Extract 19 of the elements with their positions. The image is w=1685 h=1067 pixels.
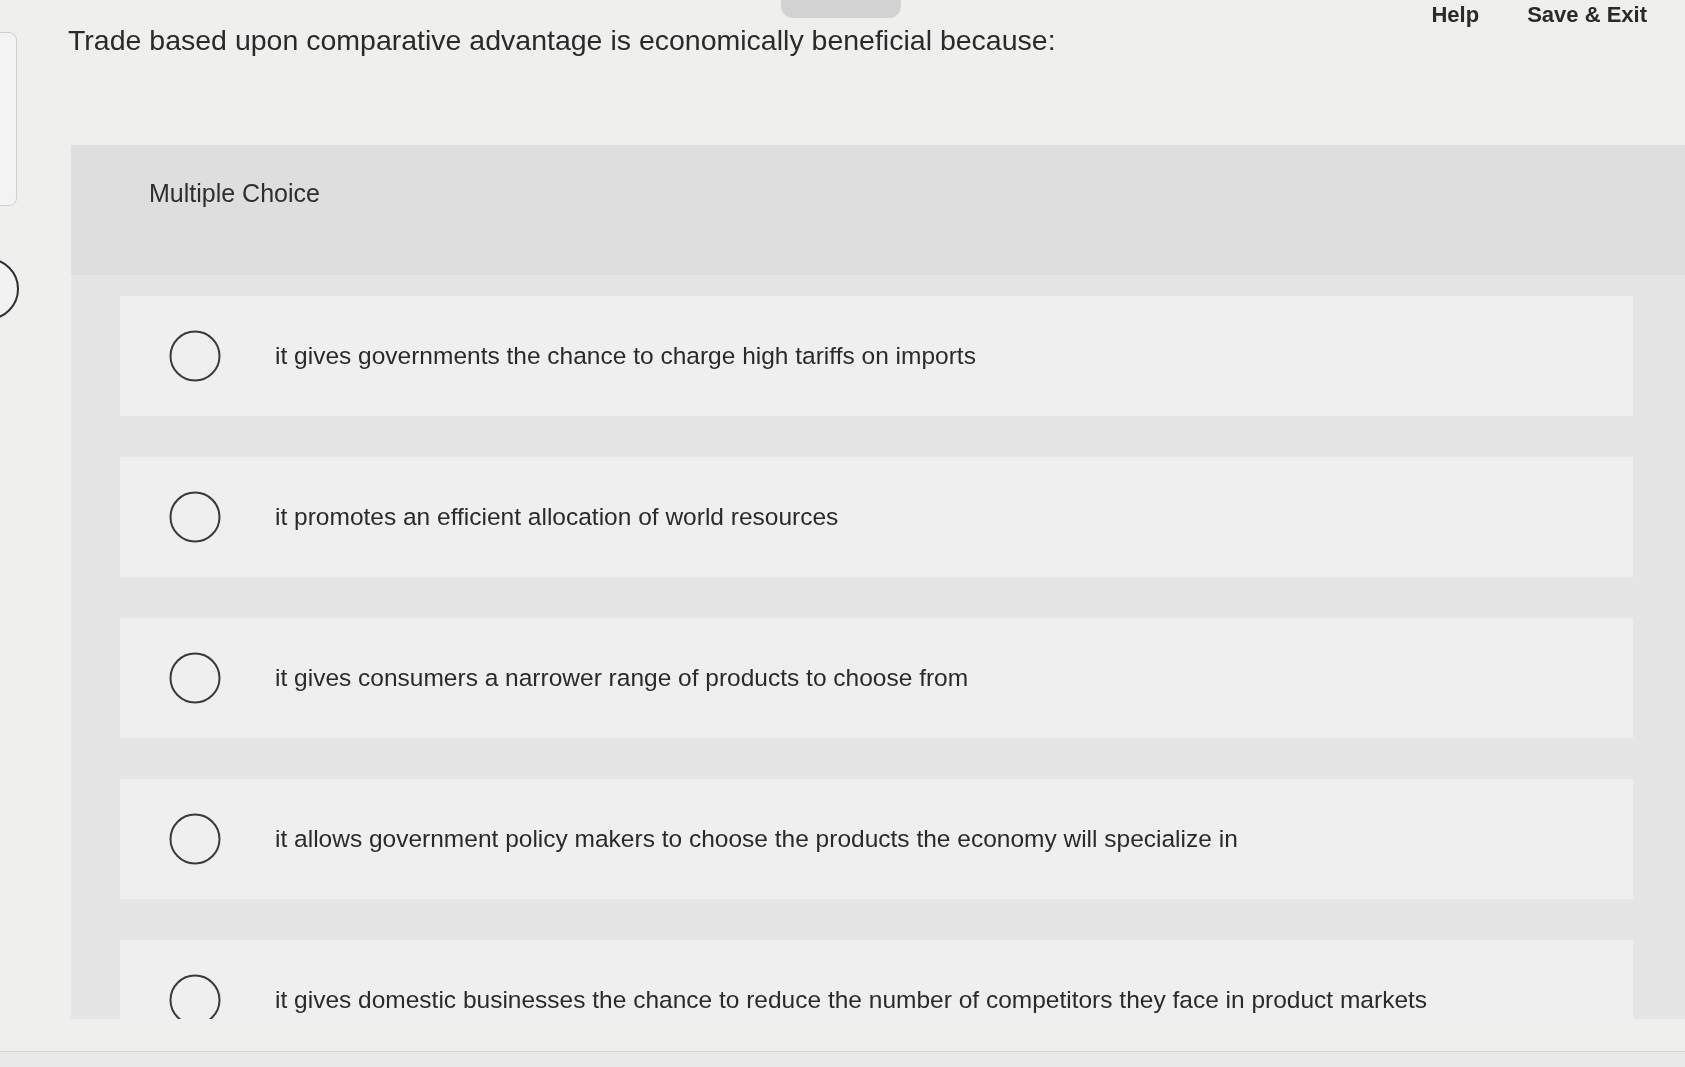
answer-option[interactable]: it gives domestic businesses the chance to reduce the number of competitors they face in product markets — [120, 940, 1633, 1019]
section-label: Multiple Choice — [149, 179, 320, 208]
radio-button[interactable] — [169, 813, 221, 865]
radio-button[interactable] — [169, 491, 221, 543]
radio-button[interactable] — [169, 652, 221, 704]
answer-option[interactable]: it allows government policy makers to choose the products the economy will specialize in — [120, 779, 1633, 899]
option-text: it gives governments the chance to charge high tariffs on imports — [275, 342, 976, 370]
option-text: it gives consumers a narrower range of products to choose from — [275, 664, 969, 692]
header-link[interactable]: Help — [1427, 2, 1484, 28]
radio-button[interactable] — [169, 330, 221, 382]
option-text: it promotes an efficient allocation of world resources — [275, 503, 839, 531]
answer-option[interactable]: it promotes an efficient allocation of world resources — [120, 457, 1633, 577]
question-text: Trade based upon comparative advantage is economically beneficial because: — [68, 24, 1056, 57]
answer-option[interactable]: it gives governments the chance to charge high tariffs on imports — [120, 296, 1633, 416]
option-text: it gives domestic businesses the chance to reduce the number of competitors they face in product markets — [275, 986, 1428, 1014]
answer-option[interactable]: it gives consumers a narrower range of products to choose from — [120, 618, 1633, 738]
option-text: it allows government policy makers to choose the products the economy will specialize in — [275, 825, 1238, 853]
radio-button[interactable] — [169, 974, 221, 1019]
header-link[interactable]: Save & Exit — [1523, 2, 1651, 28]
